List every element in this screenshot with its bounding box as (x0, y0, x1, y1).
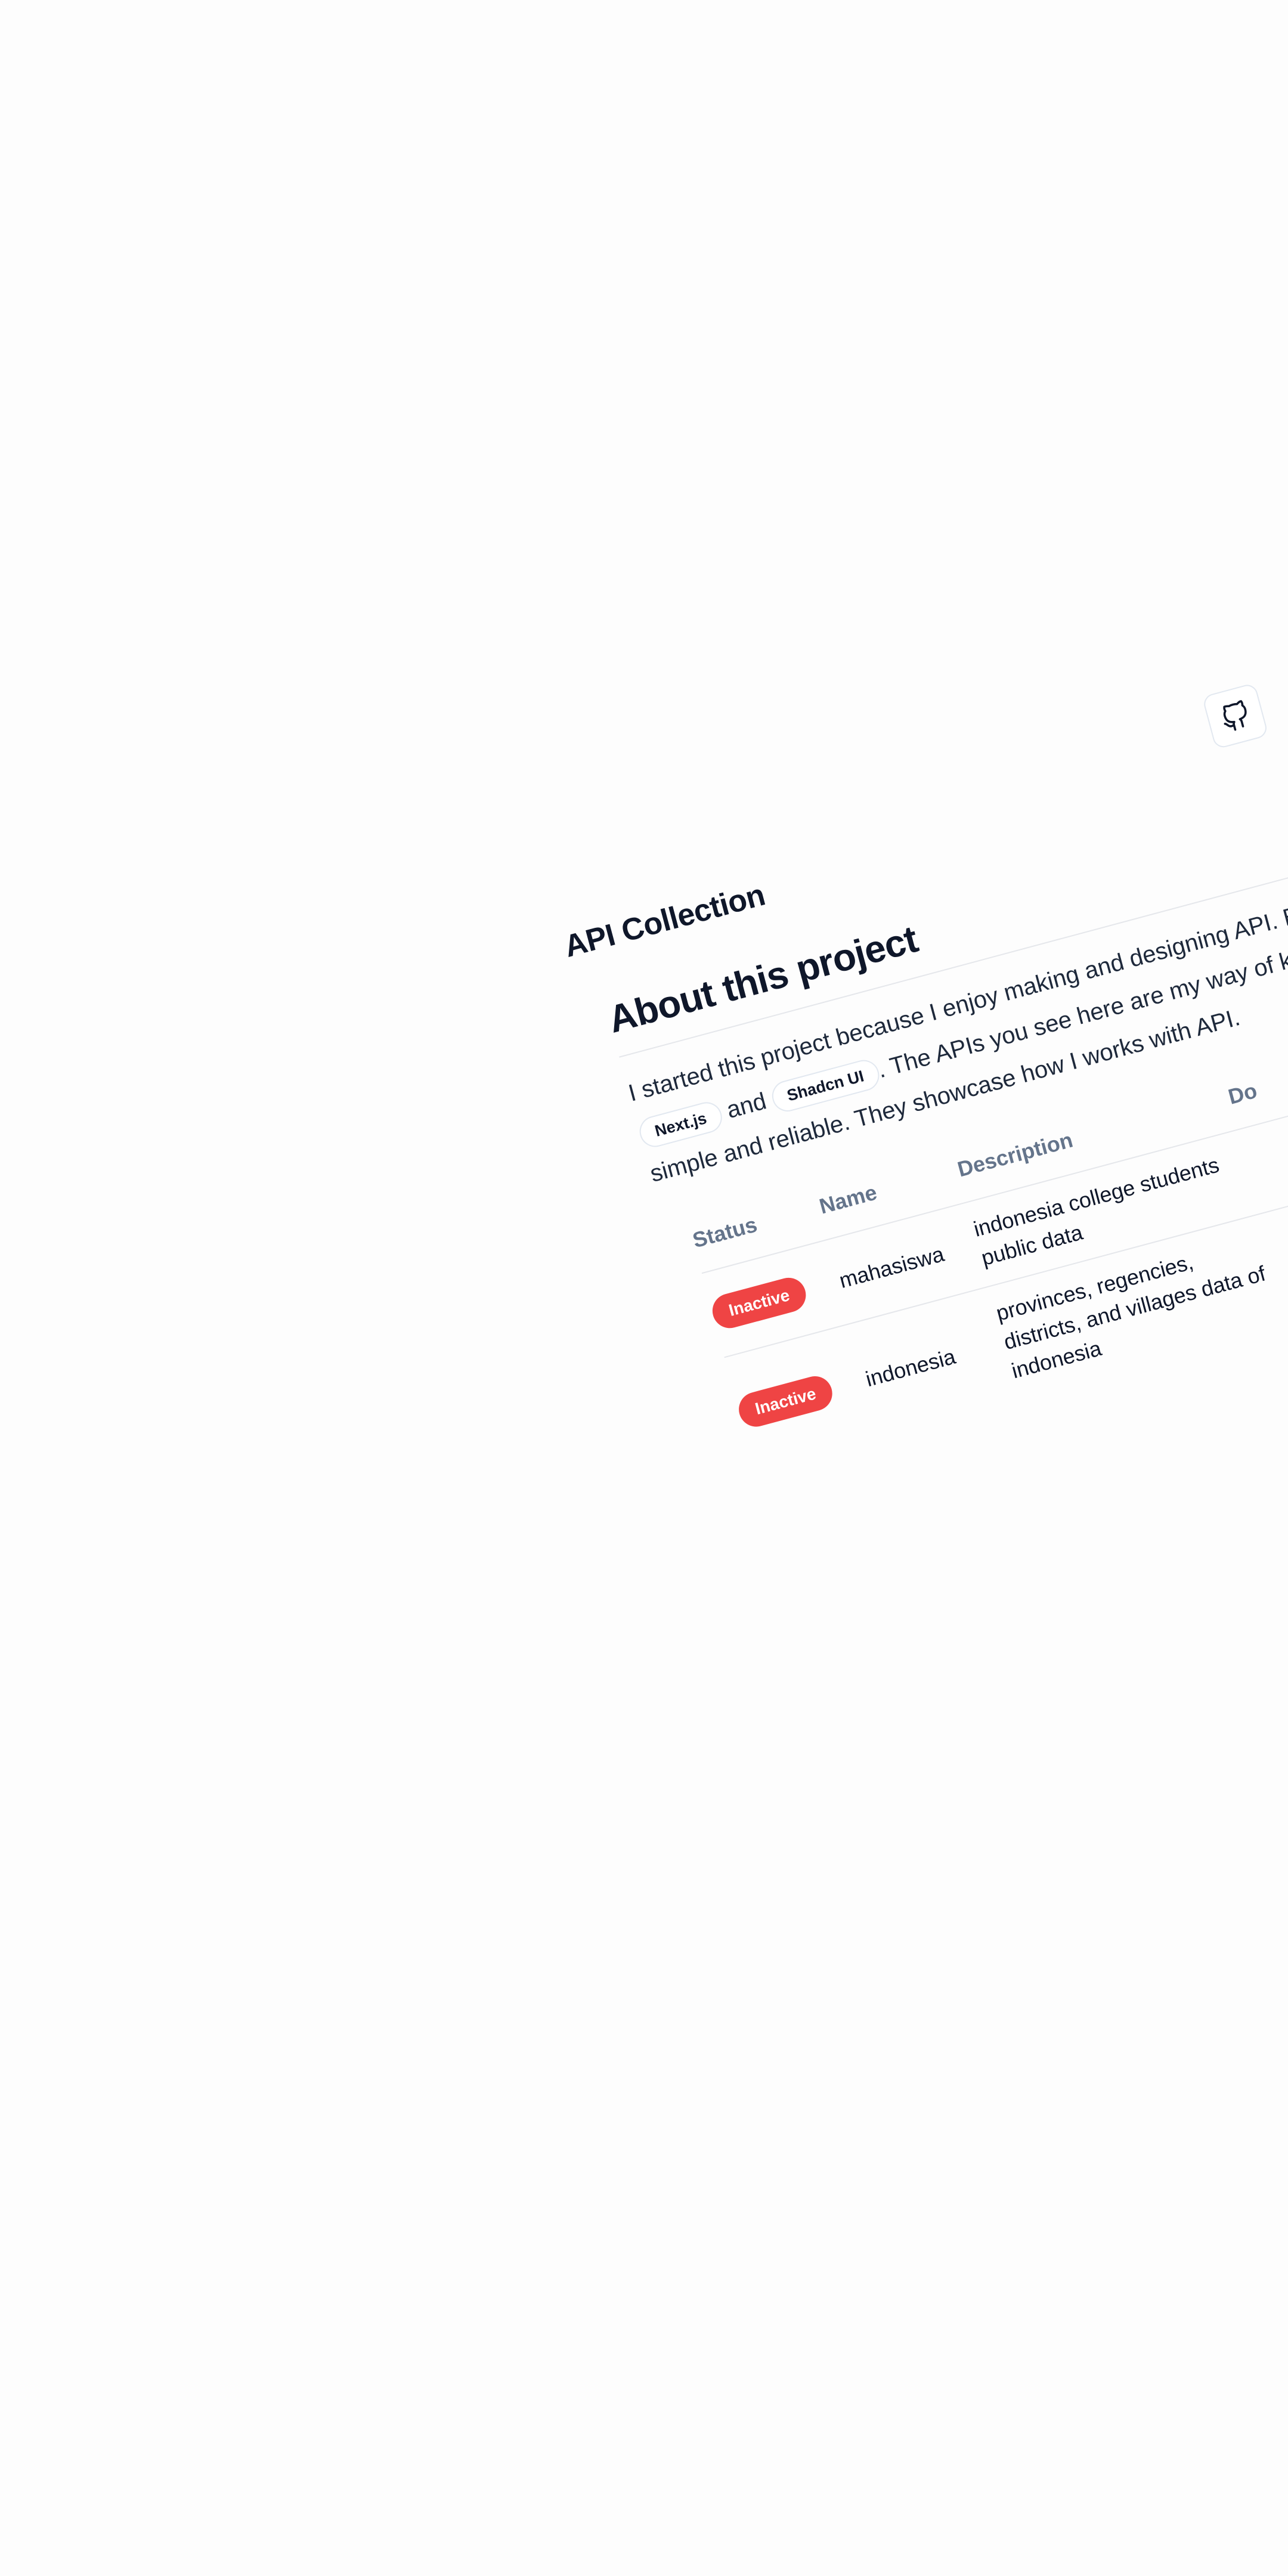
status-cell: Inactive (735, 1363, 871, 1431)
page: API Collection About this project I star… (0, 0, 1288, 2576)
about-section: About this project I started this projec… (581, 681, 1288, 1482)
status-badge: Inactive (708, 1274, 810, 1332)
tech-chip-nextjs: Next.js (636, 1099, 726, 1151)
name-cell: indonesia (863, 1343, 958, 1392)
status-badge: Inactive (735, 1372, 837, 1431)
github-button[interactable] (1202, 682, 1269, 750)
column-header-docs: Do (1225, 1078, 1260, 1109)
github-icon (1223, 700, 1247, 731)
docs-cell (1275, 1239, 1288, 1270)
name-cell: mahasiswa (836, 1241, 947, 1293)
about-text-part: and (723, 1088, 769, 1124)
column-header-status: Status (690, 1212, 760, 1253)
docs-cell (1249, 1141, 1288, 1172)
status-cell: Inactive (708, 1265, 844, 1332)
main-card: API Collection About this project I star… (561, 606, 1288, 1482)
